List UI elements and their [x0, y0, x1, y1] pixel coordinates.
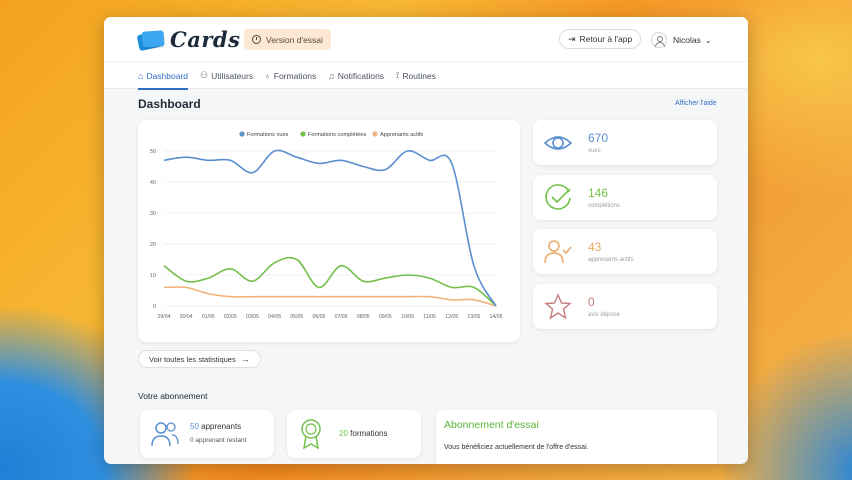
eye-icon — [543, 136, 573, 150]
tab-notifications-label: Notifications — [337, 70, 385, 81]
trial-badge[interactable]: Version d'essai — [244, 29, 331, 50]
stat-card-reviews: 0 avis déposé — [533, 284, 717, 329]
user-name: Nicolas — [673, 35, 701, 45]
x-tick-label: 09/05 — [379, 314, 392, 320]
learners-count: 50 — [190, 422, 199, 431]
tab-routines-label: Routines — [402, 70, 436, 81]
x-tick-label: 02/05 — [224, 314, 237, 320]
y-tick-label: 30 — [150, 211, 156, 217]
tab-notifications[interactable]: ♫ Notifications — [328, 62, 384, 89]
trial-title: Abonnement d'essai — [444, 419, 539, 431]
x-tick-label: 12/05 — [445, 314, 458, 320]
bell-icon: ♫ — [328, 70, 335, 81]
users-icon: ⚇ — [200, 70, 209, 80]
main-nav: ⌂ Dashboard ⚇ Utilisateurs ♁ Formations … — [104, 61, 748, 90]
learners-count-line: 50 apprenants — [190, 422, 241, 431]
user-avatar-icon — [651, 32, 667, 48]
home-icon: ⌂ — [138, 70, 144, 81]
logo[interactable]: Cards — [136, 27, 241, 52]
tab-routines[interactable]: ⟟ Routines — [396, 62, 436, 89]
back-to-app-button[interactable]: ⇥ Retour à l'app — [559, 29, 642, 49]
stat-label: vues — [588, 148, 601, 154]
x-tick-label: 14/05 — [490, 314, 503, 320]
series-line — [163, 286, 497, 307]
legend-marker — [239, 131, 245, 137]
x-tick-label: 07/05 — [335, 314, 348, 320]
award-icon: ♁ — [264, 70, 271, 81]
top-bar: Cards Version d'essai ⇥ Retour à l'app N… — [104, 17, 748, 61]
y-tick-label: 0 — [153, 304, 156, 310]
x-tick-label: 04/05 — [268, 314, 281, 320]
x-tick-label: 11/05 — [423, 314, 436, 320]
stat-label: apprenants actifs — [588, 257, 634, 263]
x-tick-label: 05/05 — [290, 314, 303, 320]
legend-label: Apprenants actifs — [380, 132, 423, 138]
stat-value: 146 — [588, 186, 609, 200]
legend-marker — [372, 131, 378, 137]
stat-card-completions: 146 complétions — [533, 175, 717, 220]
y-tick-label: 20 — [150, 242, 156, 248]
app-window: Cards Version d'essai ⇥ Retour à l'app N… — [104, 17, 748, 464]
help-link[interactable]: Afficher l'aide — [675, 100, 717, 107]
routine-icon: ⟟ — [396, 70, 400, 80]
formations-count: 20 — [339, 429, 348, 438]
x-tick-label: 08/05 — [357, 314, 370, 320]
chart-card: 0 10 20 30 40 50 29/04 30/04 01/05 02/05 03/05 04/0… — [138, 120, 520, 342]
view-all-stats-label: Voir toutes les statistiques — [149, 354, 236, 364]
stat-value: 43 — [588, 240, 602, 254]
trial-subscription-card: Abonnement d'essai Vous bénéficiez actue… — [436, 410, 717, 464]
x-tick-label: 06/05 — [312, 314, 325, 320]
view-all-stats-button[interactable]: Voir toutes les statistiques → — [138, 350, 261, 368]
tab-formations[interactable]: ♁ Formations — [264, 62, 316, 89]
user-check-icon — [544, 240, 572, 264]
x-tick-label: 01/05 — [202, 314, 215, 320]
y-tick-label: 50 — [150, 149, 156, 155]
formations-count-line: 20 formations — [339, 429, 388, 438]
stat-card-active-learners: 43 apprenants actifs — [533, 229, 717, 274]
chevron-down-icon: ⌄ — [704, 35, 712, 45]
back-to-app-label: Retour à l'app — [579, 34, 633, 44]
learners-card: 50 apprenants 0 apprenant restant — [140, 410, 274, 458]
x-tick-label: 30/04 — [180, 314, 193, 320]
arrow-right-icon: → — [240, 354, 250, 364]
users-group-icon — [151, 422, 179, 447]
series-line — [163, 149, 497, 307]
x-tick-label: 13/05 — [467, 314, 480, 320]
legend-marker — [300, 131, 306, 137]
x-tick-label: 10/05 — [401, 314, 414, 320]
learners-remaining: 0 apprenant restant — [190, 437, 247, 444]
x-tick-label: 29/04 — [158, 314, 171, 320]
stat-card-views: 670 vues — [533, 120, 717, 165]
tab-utilisateurs-label: Utilisateurs — [211, 70, 254, 81]
subscription-title: Votre abonnement — [138, 391, 208, 401]
formations-card: 20 formations — [287, 410, 421, 458]
logo-text: Cards — [170, 27, 241, 52]
stat-value: 670 — [588, 131, 609, 145]
y-tick-label: 40 — [150, 180, 156, 186]
cards-logo-icon — [136, 29, 165, 51]
star-icon — [544, 293, 572, 320]
user-menu[interactable]: Nicolas ⌄ — [651, 30, 712, 50]
stat-label: avis déposé — [588, 312, 621, 318]
legend-label: Formations vues — [247, 132, 289, 138]
trial-badge-label: Version d'essai — [266, 34, 323, 45]
tab-formations-label: Formations — [273, 70, 317, 81]
tab-dashboard-label: Dashboard — [146, 70, 189, 81]
award-ribbon-icon — [301, 419, 321, 450]
tab-utilisateurs[interactable]: ⚇ Utilisateurs — [200, 62, 253, 89]
check-circle-icon — [545, 184, 571, 210]
stat-label: complétions — [588, 203, 621, 209]
tab-dashboard[interactable]: ⌂ Dashboard — [138, 62, 189, 90]
stat-value: 0 — [588, 295, 595, 309]
exit-arrow-icon: ⇥ — [568, 33, 576, 44]
page-title: Dashboard — [138, 97, 201, 111]
y-tick-label: 10 — [150, 273, 156, 279]
x-tick-label: 03/05 — [246, 314, 259, 320]
trial-description: Vous bénéficiez actuellement de l'offre … — [444, 444, 589, 451]
clock-icon — [252, 35, 261, 44]
line-chart: 0 10 20 30 40 50 29/04 30/04 01/05 02/05 03/05 04/0… — [150, 131, 503, 320]
learners-label: apprenants — [201, 422, 242, 431]
formations-label: formations — [350, 429, 388, 438]
legend-label: Formations complétées — [308, 132, 366, 138]
